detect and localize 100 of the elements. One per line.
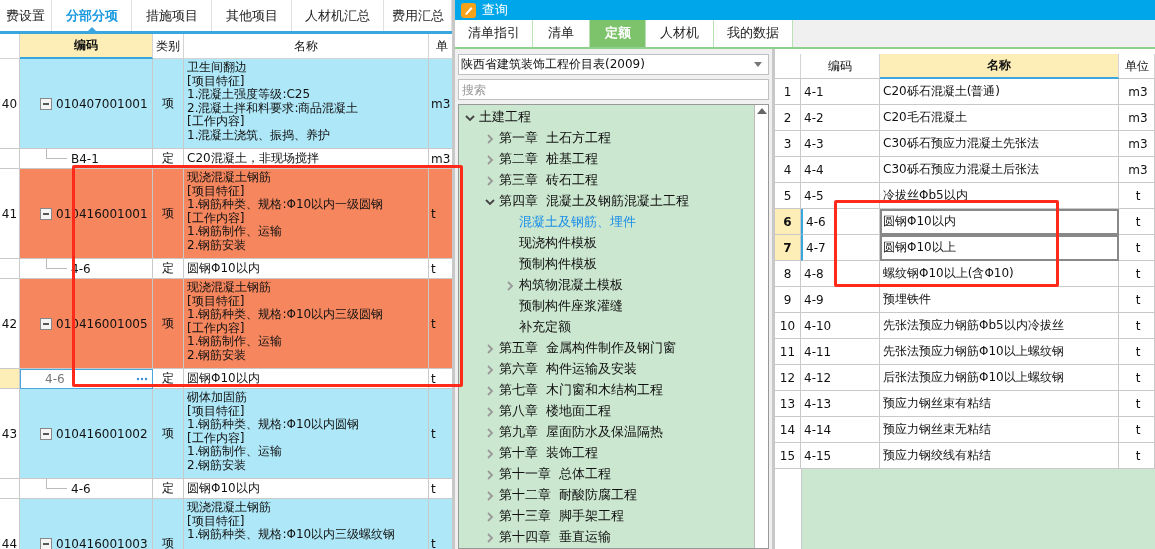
table-cell[interactable]: 4-6 xyxy=(20,369,153,389)
tree-item[interactable]: 第十四章 垂直运输 xyxy=(499,529,611,546)
table-cell[interactable]: 4-6 xyxy=(20,479,153,499)
table-cell: 预应力钢丝束无粘结 xyxy=(880,417,1119,443)
collapse-icon[interactable] xyxy=(40,97,52,110)
tree-item[interactable]: 现浇构件模板 xyxy=(519,235,597,252)
code-text: 4-6 xyxy=(71,481,91,496)
chevron-right-icon[interactable] xyxy=(485,469,495,480)
row-number: 14 xyxy=(775,417,801,443)
chevron-right-icon[interactable] xyxy=(485,364,495,375)
scroll-up-icon[interactable] xyxy=(756,108,767,114)
chevron-right-icon[interactable] xyxy=(485,511,495,522)
collapse-icon[interactable] xyxy=(40,317,52,330)
tab[interactable]: 我的数据 xyxy=(714,20,793,47)
table-cell: 先张法预应力钢筋Φb5以内冷拔丝 xyxy=(880,313,1119,339)
table-cell: 圆钢Φ10以内 xyxy=(184,259,429,279)
table-cell: 4-4 xyxy=(801,157,880,183)
tree-item[interactable]: 第十章 装饰工程 xyxy=(499,445,598,462)
tab[interactable]: 措施项目 xyxy=(132,0,212,31)
row-number: 4 xyxy=(775,157,801,183)
table-cell: m3 xyxy=(1119,105,1155,131)
table-cell: 项 xyxy=(153,169,184,259)
tab[interactable]: 清单指引 xyxy=(455,20,533,47)
table-cell: t xyxy=(1119,183,1155,209)
table-cell: 4-11 xyxy=(801,339,880,365)
row-number: 10 xyxy=(775,313,801,339)
column-header[interactable]: 名称 xyxy=(880,54,1119,79)
tree-item[interactable]: 第九章 屋面防水及保温隔热 xyxy=(499,424,663,441)
table-cell: 预埋铁件 xyxy=(880,287,1119,313)
table-cell: t xyxy=(429,389,452,479)
window-title: 查询 xyxy=(482,1,508,19)
table-cell: 圆钢Φ10以内 xyxy=(184,369,429,389)
table-cell: C20砾石混凝土(普通) xyxy=(880,79,1119,105)
tree-item[interactable]: 第十一章 总体工程 xyxy=(499,466,611,483)
chevron-right-icon[interactable] xyxy=(485,175,495,186)
tree-item[interactable]: 土建工程 xyxy=(479,109,531,126)
collapse-icon[interactable] xyxy=(40,537,52,549)
chevron-right-icon[interactable] xyxy=(485,427,495,438)
table-cell: 砌体加固筋 [项目特征] 1.钢筋种类、规格:Φ10以内圆钢 [工作内容] 1.钢筋制作、运输 2.钢筋安装 xyxy=(184,389,429,479)
column-header[interactable]: 编码 xyxy=(801,54,880,79)
tab[interactable]: 费设置 xyxy=(0,0,52,31)
tree-item[interactable]: 第六章 构件运输及安装 xyxy=(499,361,637,378)
table-cell: C30砾石预应力混凝土后张法 xyxy=(880,157,1119,183)
more-icon[interactable] xyxy=(136,377,148,381)
tree-item[interactable]: 第八章 楼地面工程 xyxy=(499,403,611,420)
chevron-right-icon[interactable] xyxy=(485,385,495,396)
chevron-right-icon[interactable] xyxy=(505,280,515,291)
scrollbar[interactable] xyxy=(754,105,768,548)
code-text: 010416001001 xyxy=(56,206,148,221)
table-cell: t xyxy=(1119,261,1155,287)
chevron-right-icon[interactable] xyxy=(485,490,495,501)
tab[interactable]: 费用汇总 xyxy=(384,0,452,31)
library-dropdown[interactable]: 陕西省建筑装饰工程价目表(2009) xyxy=(458,54,769,75)
tree-item[interactable]: 第一章 土石方工程 xyxy=(499,130,611,147)
row-number: 40 xyxy=(0,59,20,149)
column-header[interactable]: 单位 xyxy=(1119,54,1155,79)
search-field[interactable]: 搜索 xyxy=(458,79,769,100)
row-number: 13 xyxy=(775,391,801,417)
collapse-icon[interactable] xyxy=(40,207,52,220)
row-number: 9 xyxy=(775,287,801,313)
chevron-right-icon[interactable] xyxy=(485,406,495,417)
chevron-right-icon[interactable] xyxy=(485,448,495,459)
table-cell: 4-14 xyxy=(801,417,880,443)
collapse-icon[interactable] xyxy=(40,427,52,440)
table-cell: 项 xyxy=(153,279,184,369)
row-number: 2 xyxy=(775,105,801,131)
table-cell: t xyxy=(1119,313,1155,339)
app-logo-icon xyxy=(461,2,476,18)
table-cell: t xyxy=(429,169,452,259)
chevron-right-icon[interactable] xyxy=(485,343,495,354)
tree-item[interactable]: 第十三章 脚手架工程 xyxy=(499,508,624,525)
tab[interactable]: 人材机汇总 xyxy=(292,0,384,31)
row-number: 7 xyxy=(775,235,801,261)
code-text: B4-1 xyxy=(71,151,99,166)
tree-item[interactable]: 预制构件座浆灌缝 xyxy=(519,298,623,315)
tree-item[interactable]: 第三章 砖石工程 xyxy=(499,172,598,189)
table-cell: t xyxy=(429,499,452,549)
tree-item[interactable]: 第四章 混凝土及钢筋混凝土工程 xyxy=(499,193,689,210)
tab[interactable]: 清单 xyxy=(533,20,590,47)
tree-item[interactable]: 第二章 桩基工程 xyxy=(499,151,598,168)
chevron-right-icon[interactable] xyxy=(485,154,495,165)
tree-item[interactable]: 补充定额 xyxy=(519,319,571,336)
chevron-down-icon[interactable] xyxy=(485,196,495,207)
tree-item[interactable]: 预制构件模板 xyxy=(519,256,597,273)
table-cell: 4-3 xyxy=(801,131,880,157)
table-cell: 定 xyxy=(153,479,184,499)
column-header[interactable]: 编码 xyxy=(20,34,153,59)
chevron-down-icon[interactable] xyxy=(465,112,475,123)
tree-item[interactable]: 第十二章 耐酸防腐工程 xyxy=(499,487,637,504)
chevron-right-icon[interactable] xyxy=(485,133,495,144)
code-text: 010416001002 xyxy=(56,426,148,441)
tree-item[interactable]: 第七章 木门窗和木结构工程 xyxy=(499,382,663,399)
table-cell: 预应力钢丝束有粘结 xyxy=(880,391,1119,417)
tab[interactable]: 人材机 xyxy=(646,20,714,47)
tab[interactable]: 其他项目 xyxy=(212,0,292,31)
tree-item[interactable]: 第五章 金属构件制作及钢门窗 xyxy=(499,340,676,357)
column-header[interactable]: 类别 xyxy=(153,34,184,59)
column-header[interactable]: 名称 xyxy=(184,34,429,59)
chevron-right-icon[interactable] xyxy=(485,532,495,543)
tree-item[interactable]: 构筑物混凝土模板 xyxy=(519,277,623,294)
